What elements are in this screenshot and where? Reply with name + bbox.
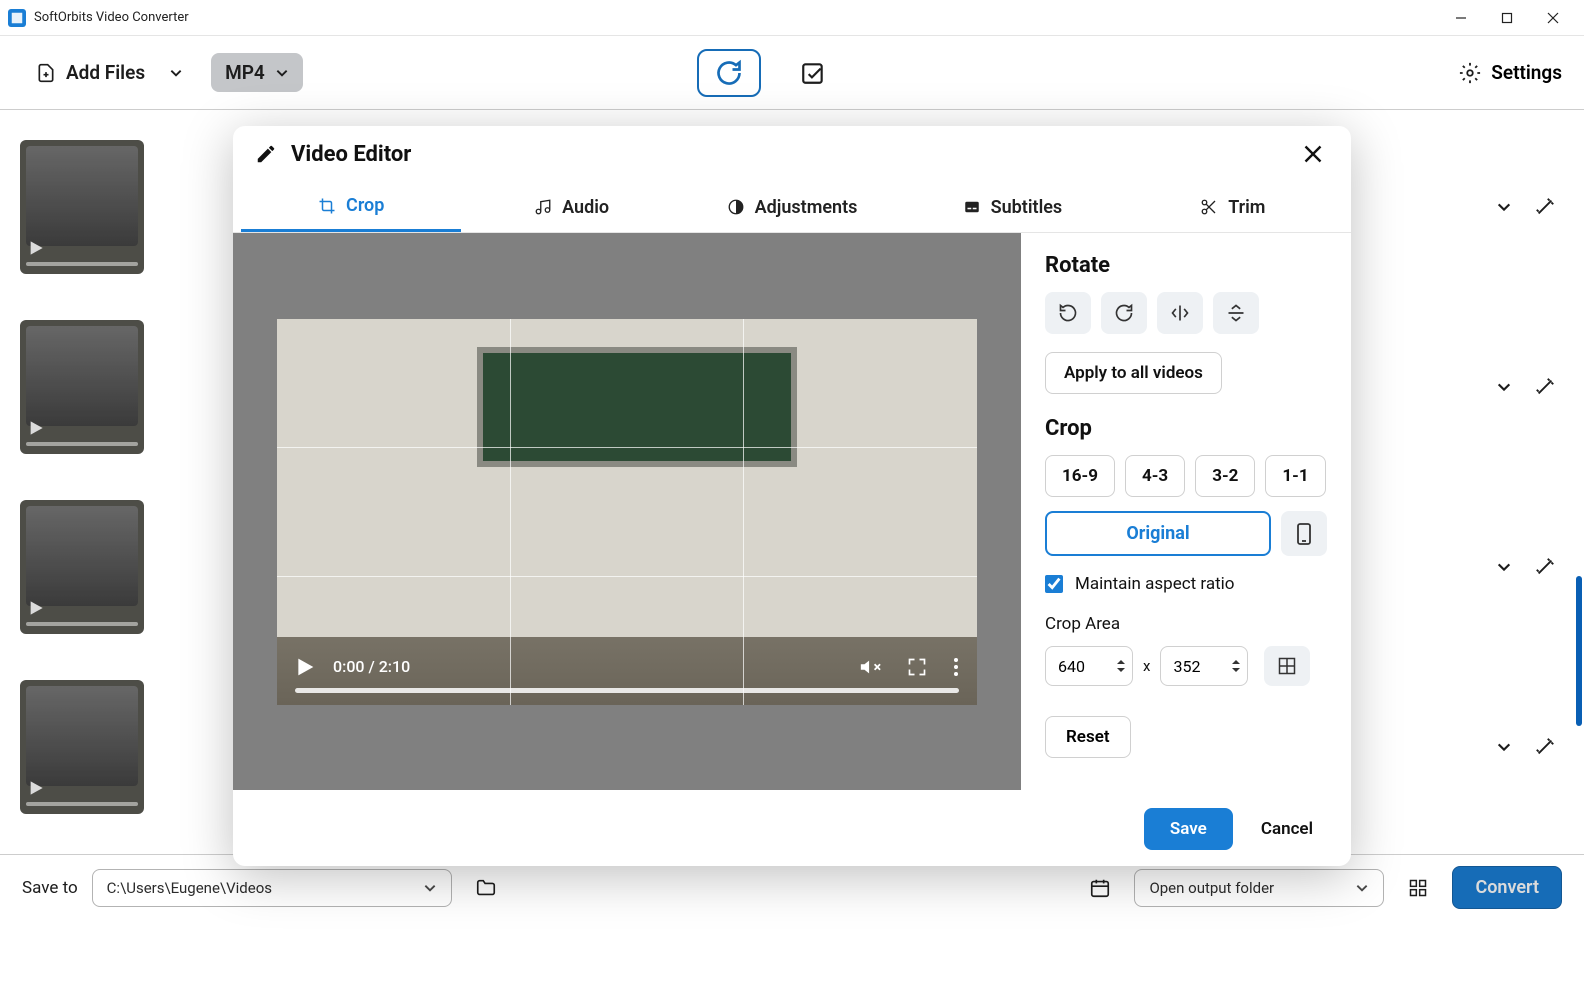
maintain-aspect-label: Maintain aspect ratio — [1075, 574, 1234, 594]
play-icon[interactable] — [295, 657, 315, 677]
video-preview: 0:00 / 2:10 — [233, 233, 1021, 790]
rotate-cw-icon — [1114, 303, 1134, 323]
tab-adjustments[interactable]: Adjustments — [682, 182, 902, 232]
crop-height-input[interactable]: 352 — [1160, 646, 1248, 686]
close-icon — [1304, 145, 1322, 163]
ratio-original-button[interactable]: Original — [1045, 511, 1271, 556]
crop-width-input[interactable]: 640 — [1045, 646, 1133, 686]
app-icon — [8, 9, 26, 27]
video-controls: 0:00 / 2:10 — [277, 637, 977, 705]
tab-trim-label: Trim — [1228, 197, 1265, 218]
modal-footer: Save Cancel — [233, 790, 1351, 866]
tab-crop-label: Crop — [346, 195, 384, 216]
tab-adjustments-label: Adjustments — [755, 197, 858, 218]
tab-audio-label: Audio — [562, 197, 609, 218]
modal-title: Video Editor — [291, 142, 411, 167]
spin-down-icon[interactable] — [1116, 666, 1126, 674]
mute-icon[interactable] — [859, 656, 881, 678]
reset-button[interactable]: Reset — [1045, 716, 1131, 758]
modal-overlay: Video Editor Crop Audio Adjustments — [0, 72, 1584, 992]
dimension-separator: x — [1143, 657, 1150, 675]
crop-panel: Rotate Apply to all videos Crop 16-9 4-3… — [1021, 233, 1351, 790]
flip-v-icon — [1226, 303, 1246, 323]
fullscreen-icon[interactable] — [907, 657, 927, 677]
minimize-button[interactable] — [1438, 2, 1484, 34]
crop-heading: Crop — [1045, 416, 1327, 441]
flip-horizontal-button[interactable] — [1157, 292, 1203, 334]
video-frame[interactable]: 0:00 / 2:10 — [277, 319, 977, 705]
flip-vertical-button[interactable] — [1213, 292, 1259, 334]
save-button[interactable]: Save — [1144, 808, 1233, 850]
close-window-button[interactable] — [1530, 2, 1576, 34]
spin-down-icon[interactable] — [1231, 666, 1241, 674]
spin-up-icon[interactable] — [1116, 658, 1126, 666]
scissors-icon — [1200, 198, 1218, 216]
seek-bar[interactable] — [295, 688, 959, 693]
ratio-3-2-button[interactable]: 3-2 — [1195, 455, 1255, 497]
cancel-button[interactable]: Cancel — [1251, 808, 1323, 850]
app-title: SoftOrbits Video Converter — [34, 10, 189, 25]
rotate-right-button[interactable] — [1101, 292, 1147, 334]
subtitles-icon — [963, 198, 981, 216]
tab-audio[interactable]: Audio — [461, 182, 681, 232]
more-icon[interactable] — [953, 657, 959, 677]
tab-subtitles-label: Subtitles — [991, 197, 1063, 218]
rotate-left-button[interactable] — [1045, 292, 1091, 334]
tab-subtitles[interactable]: Subtitles — [902, 182, 1122, 232]
crop-height-value: 352 — [1173, 657, 1200, 676]
video-time: 0:00 / 2:10 — [333, 657, 410, 676]
crop-icon — [318, 197, 336, 215]
music-icon — [534, 198, 552, 216]
maintain-aspect-checkbox[interactable] — [1045, 575, 1063, 593]
crop-area-label: Crop Area — [1045, 614, 1327, 634]
tab-trim[interactable]: Trim — [1123, 182, 1343, 232]
grid-icon — [1277, 656, 1297, 676]
crop-width-value: 640 — [1058, 657, 1085, 676]
ratio-phone-button[interactable] — [1281, 511, 1327, 556]
ratio-16-9-button[interactable]: 16-9 — [1045, 455, 1115, 497]
apply-all-button[interactable]: Apply to all videos — [1045, 352, 1222, 394]
contrast-icon — [727, 198, 745, 216]
ratio-1-1-button[interactable]: 1-1 — [1265, 455, 1325, 497]
modal-header: Video Editor — [233, 126, 1351, 182]
ratio-4-3-button[interactable]: 4-3 — [1125, 455, 1185, 497]
spin-up-icon[interactable] — [1231, 658, 1241, 666]
rotate-ccw-icon — [1058, 303, 1078, 323]
crop-grid-toggle[interactable] — [1264, 646, 1310, 686]
flip-h-icon — [1170, 303, 1190, 323]
editor-tabs: Crop Audio Adjustments Subtitles Trim — [233, 182, 1351, 233]
phone-icon — [1295, 522, 1313, 546]
titlebar: SoftOrbits Video Converter — [0, 0, 1584, 36]
rotate-heading: Rotate — [1045, 253, 1327, 278]
tab-crop[interactable]: Crop — [241, 182, 461, 232]
maximize-button[interactable] — [1484, 2, 1530, 34]
close-button[interactable] — [1297, 138, 1329, 170]
video-editor-modal: Video Editor Crop Audio Adjustments — [233, 126, 1351, 866]
edit-icon — [255, 143, 277, 165]
